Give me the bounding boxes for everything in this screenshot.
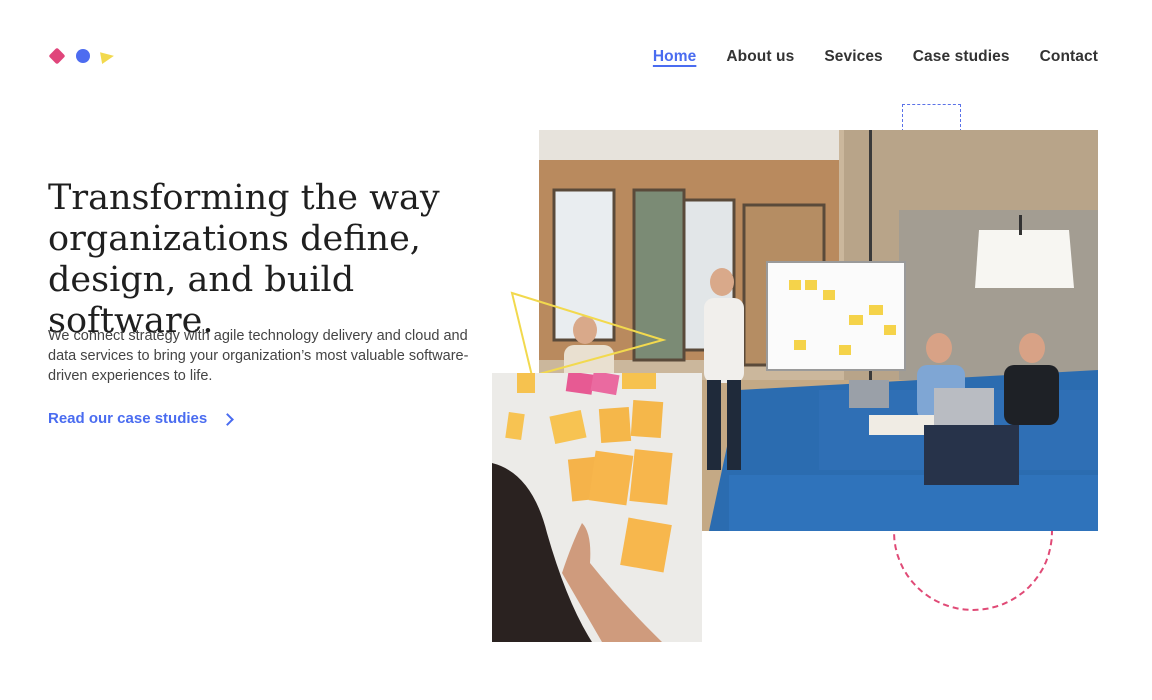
blue-circle-icon [76,49,90,63]
nav-services[interactable]: Sevices [824,48,882,66]
nav-about-us[interactable]: About us [726,48,794,66]
brand-logo[interactable] [48,46,118,68]
pink-diamond-icon [48,47,66,65]
hero-description: We connect strategy with agile technolog… [48,328,469,384]
cta-label: Read our case studies [48,410,208,427]
nav-contact[interactable]: Contact [1040,48,1098,66]
nav-home[interactable]: Home [653,48,696,66]
hero-title: Transforming the way organizations defin… [48,178,518,342]
hero-title-line-1: Transforming the way [48,178,440,218]
sticky-notes-photo [492,373,702,642]
yellow-triangle-outline-decoration [510,291,667,378]
nav-case-studies[interactable]: Case studies [913,48,1010,66]
yellow-triangle-icon [100,49,115,65]
main-nav: Home About us Sevices Case studies Conta… [653,48,1098,66]
hero-title-line-2: organizations define, [48,219,421,259]
read-case-studies-link[interactable]: Read our case studies [48,410,235,427]
chevron-right-icon [221,412,235,426]
